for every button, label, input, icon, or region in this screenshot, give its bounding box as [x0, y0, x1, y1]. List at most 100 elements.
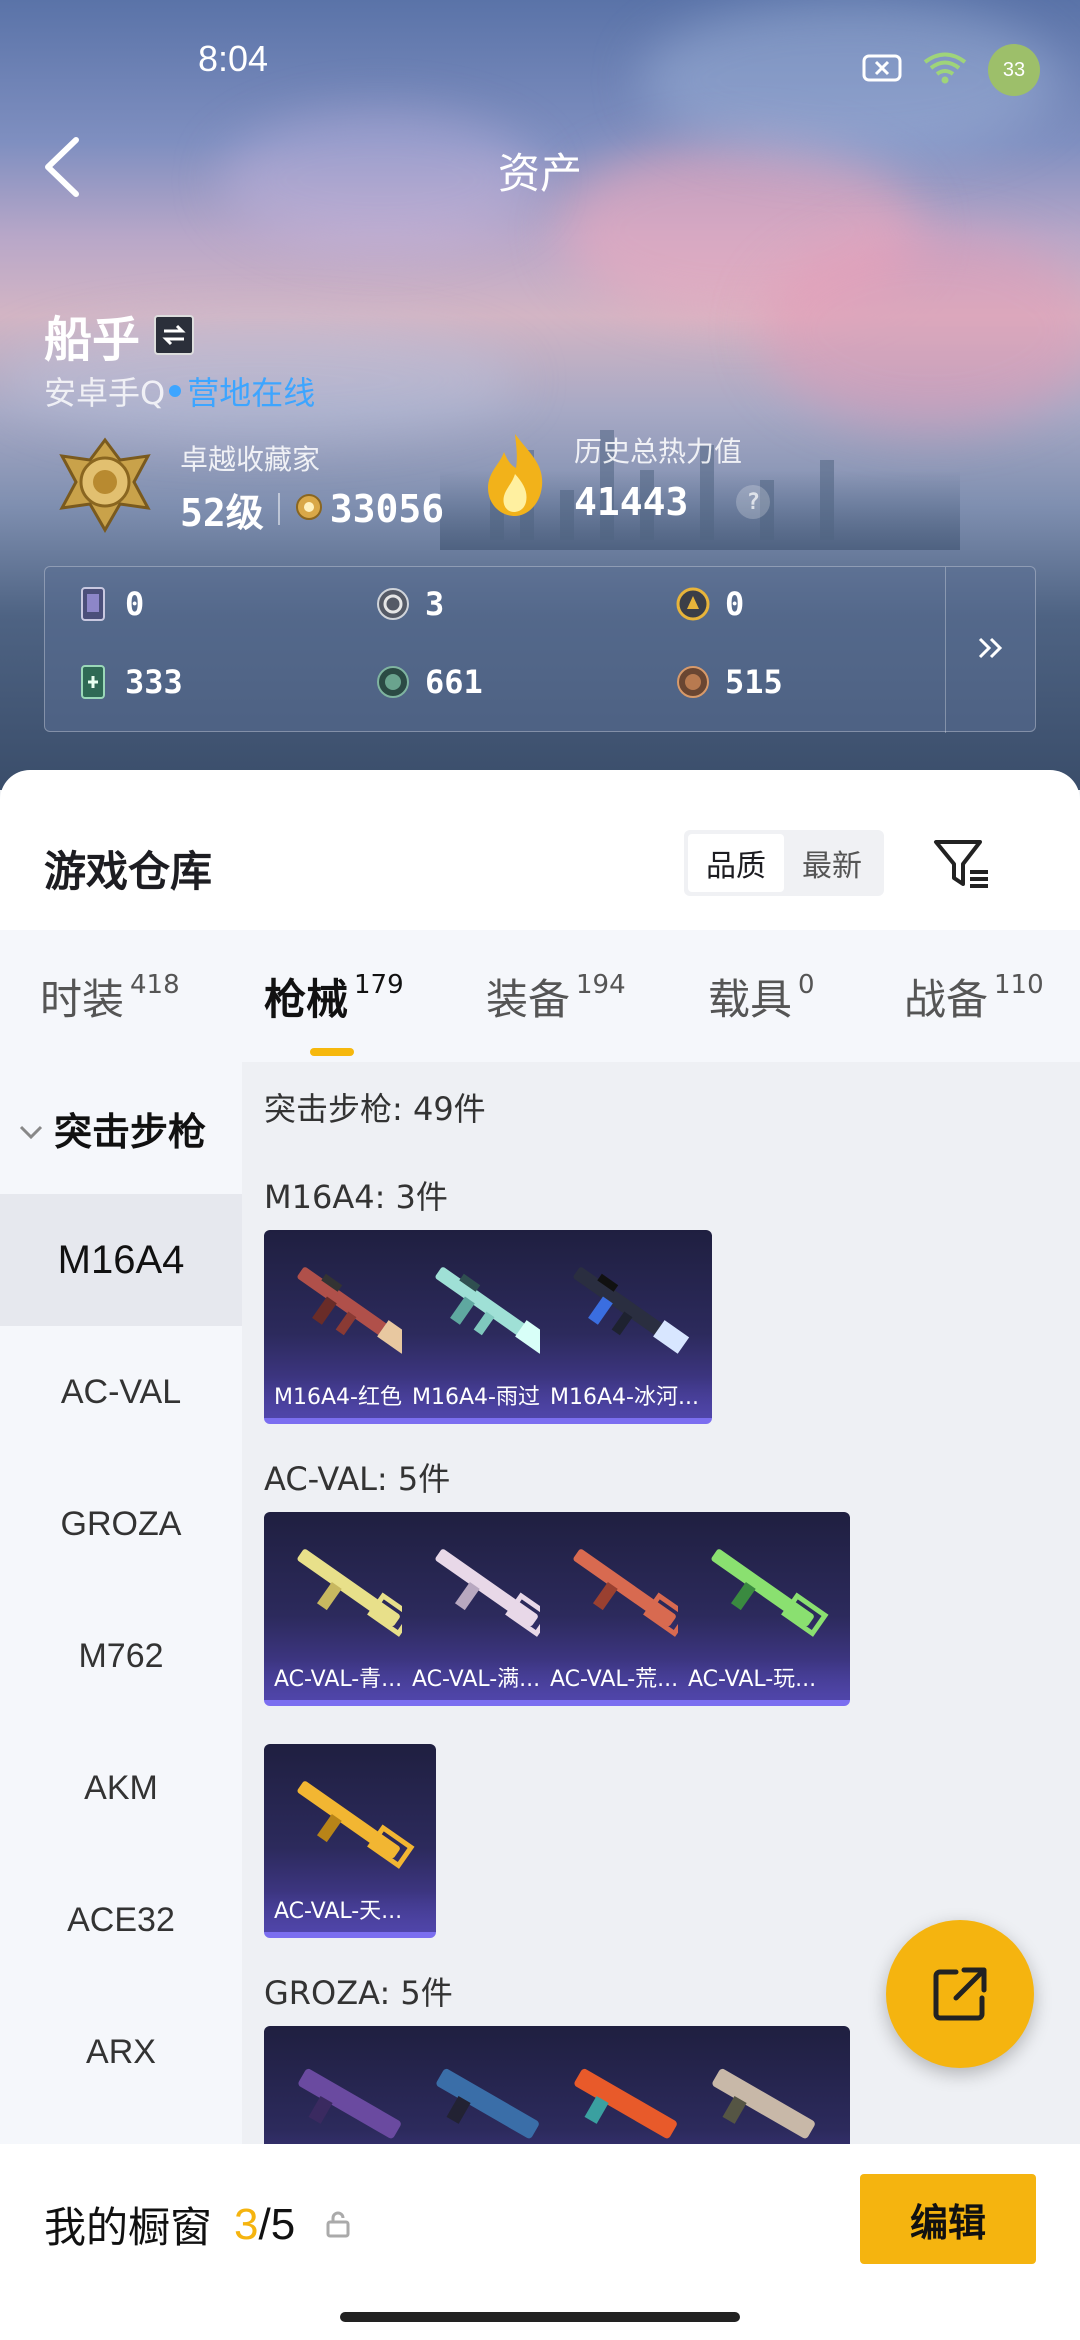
- rifle-skin-image: [297, 1781, 415, 1869]
- tab-equipment[interactable]: 装备 194: [486, 966, 626, 1027]
- weapon-card-caption: AC-VAL-玩...: [678, 1660, 850, 1700]
- gold-token-icon: [675, 586, 711, 622]
- currency-gold: 0: [675, 585, 955, 623]
- silver-coin-icon: [375, 586, 411, 622]
- group-title: M16A4: 3件: [264, 1178, 448, 1216]
- showcase-current: 3: [234, 2199, 259, 2249]
- green-ticket-icon: [75, 664, 111, 700]
- currency-value: 661: [425, 663, 483, 701]
- sim-error-icon: [862, 53, 902, 87]
- rifle-skin-image: [573, 1549, 691, 1637]
- showcase-label: 我的橱窗: [44, 2203, 213, 2252]
- warehouse-title: 游戏仓库: [44, 847, 213, 896]
- sidebar-item-m16a4[interactable]: M16A4: [0, 1194, 242, 1326]
- online-status: 营地在线: [187, 374, 316, 412]
- sidebar-item-akm[interactable]: AKM: [0, 1722, 242, 1854]
- weapon-card[interactable]: AC-VAL-天...: [264, 1744, 436, 1938]
- filter-button[interactable]: [930, 834, 994, 894]
- currency-green-ticket: 333: [75, 663, 375, 701]
- profile-name-row: 船乎: [44, 300, 195, 370]
- currency-green-orb: 661: [375, 663, 675, 701]
- currency-bronze: 515: [675, 663, 955, 701]
- heat-value: 41443: [574, 480, 689, 524]
- green-orb-icon: [375, 664, 411, 700]
- profile-name: 船乎: [44, 312, 141, 368]
- category-tabs: 时装 418 枪械 179 装备 194 载具 0 战备 110: [0, 930, 1080, 1062]
- rank-label: 卓越收藏家: [180, 442, 321, 476]
- currency-value: 0: [125, 585, 145, 623]
- currency-silver: 3: [375, 585, 675, 623]
- collector-points-icon: [294, 487, 324, 531]
- card-icon: [75, 586, 111, 622]
- sort-latest-button[interactable]: 最新: [784, 834, 880, 892]
- double-chevron-right-icon: [976, 630, 1006, 670]
- rank-block[interactable]: 卓越收藏家 52级 33056: [50, 430, 444, 544]
- currency-card: 0: [75, 585, 375, 623]
- swap-account-icon[interactable]: [154, 315, 195, 355]
- tab-count: 179: [354, 970, 404, 1000]
- sidebar-item-ac-val[interactable]: AC-VAL: [0, 1326, 242, 1458]
- help-icon[interactable]: ?: [736, 485, 771, 519]
- online-dot: [169, 385, 182, 397]
- sort-quality-button[interactable]: 品质: [688, 834, 784, 892]
- flame-icon: [480, 430, 550, 524]
- warehouse-card: 游戏仓库 品质 最新 时装 418 枪械 179 装备 194 载具 0 战备 …: [0, 770, 1080, 2340]
- tab-count: 418: [130, 970, 180, 1000]
- tab-count: 194: [576, 970, 626, 1000]
- divider: [277, 493, 280, 525]
- heat-label: 历史总热力值: [574, 435, 743, 468]
- currency-value: 515: [725, 663, 783, 701]
- edit-button[interactable]: 编辑: [860, 2174, 1036, 2264]
- share-button[interactable]: [886, 1920, 1034, 2068]
- collector-points: 33056: [329, 487, 445, 531]
- tab-label: 装备: [486, 975, 571, 1024]
- currency-more-button[interactable]: [945, 567, 1035, 733]
- currency-value: 3: [425, 585, 445, 623]
- currency-panel: 0 3 0 333 661 515: [44, 566, 1036, 733]
- tab-count: 110: [994, 970, 1044, 1000]
- bronze-coin-icon: [675, 664, 711, 700]
- rifle-skin-image: [711, 1549, 829, 1637]
- group-title: GROZA: 5件: [264, 1974, 453, 2012]
- tab-label: 载具: [708, 975, 793, 1024]
- sort-toggle: 品质 最新: [684, 830, 884, 896]
- currency-value: 0: [725, 585, 745, 623]
- weapon-card[interactable]: M16A4-冰河...: [540, 1230, 712, 1424]
- active-tab-indicator: [310, 1048, 354, 1056]
- weapon-card[interactable]: AC-VAL-玩...: [678, 1512, 850, 1706]
- platform-label: 安卓手Q: [44, 374, 166, 412]
- tab-label: 战备: [904, 975, 989, 1024]
- sidebar-category-header[interactable]: 突击步枪: [0, 1062, 242, 1194]
- sidebar-item-ace32[interactable]: ACE32: [0, 1854, 242, 1986]
- tab-label: 枪械: [264, 975, 349, 1024]
- lock-icon: [325, 2200, 351, 2249]
- showcase-count: 3/5: [234, 2200, 295, 2250]
- battery-indicator: 33: [988, 44, 1040, 96]
- wifi-icon: [922, 51, 968, 89]
- sidebar-item-groza[interactable]: GROZA: [0, 1458, 242, 1590]
- tab-vehicles[interactable]: 载具 0: [708, 966, 815, 1027]
- share-icon: [933, 1967, 987, 2021]
- category-total: 突击步枪: 49件: [264, 1090, 486, 1128]
- weapon-card-caption: AC-VAL-天...: [264, 1892, 436, 1932]
- chevron-down-icon: [18, 1106, 44, 1150]
- tab-fashion[interactable]: 时装 418: [40, 966, 180, 1027]
- sidebar-item-arx[interactable]: ARX: [0, 1986, 242, 2118]
- rank-badge-icon: [50, 430, 160, 544]
- tab-gear[interactable]: 战备 110: [904, 966, 1044, 1027]
- tab-weapons[interactable]: 枪械 179: [264, 966, 404, 1027]
- sidebar-category-label: 突击步枪: [54, 1109, 207, 1154]
- sidebar-item-m762[interactable]: M762: [0, 1590, 242, 1722]
- tab-count: 0: [798, 970, 815, 1000]
- showcase-bar: 我的橱窗 3/5 编辑: [0, 2144, 1080, 2340]
- home-indicator[interactable]: [340, 2312, 740, 2322]
- tab-label: 时装: [40, 975, 125, 1024]
- rifle-skin-image: [573, 1267, 690, 1354]
- rifle-skin-image: [297, 1267, 414, 1354]
- currency-value: 333: [125, 663, 183, 701]
- filter-icon: [934, 840, 988, 888]
- status-bar: 8:04 33: [0, 38, 1080, 96]
- weapon-card-caption: M16A4-冰河...: [540, 1378, 712, 1418]
- group-title: AC-VAL: 5件: [264, 1460, 451, 1498]
- rifle-skin-image: [297, 1549, 415, 1637]
